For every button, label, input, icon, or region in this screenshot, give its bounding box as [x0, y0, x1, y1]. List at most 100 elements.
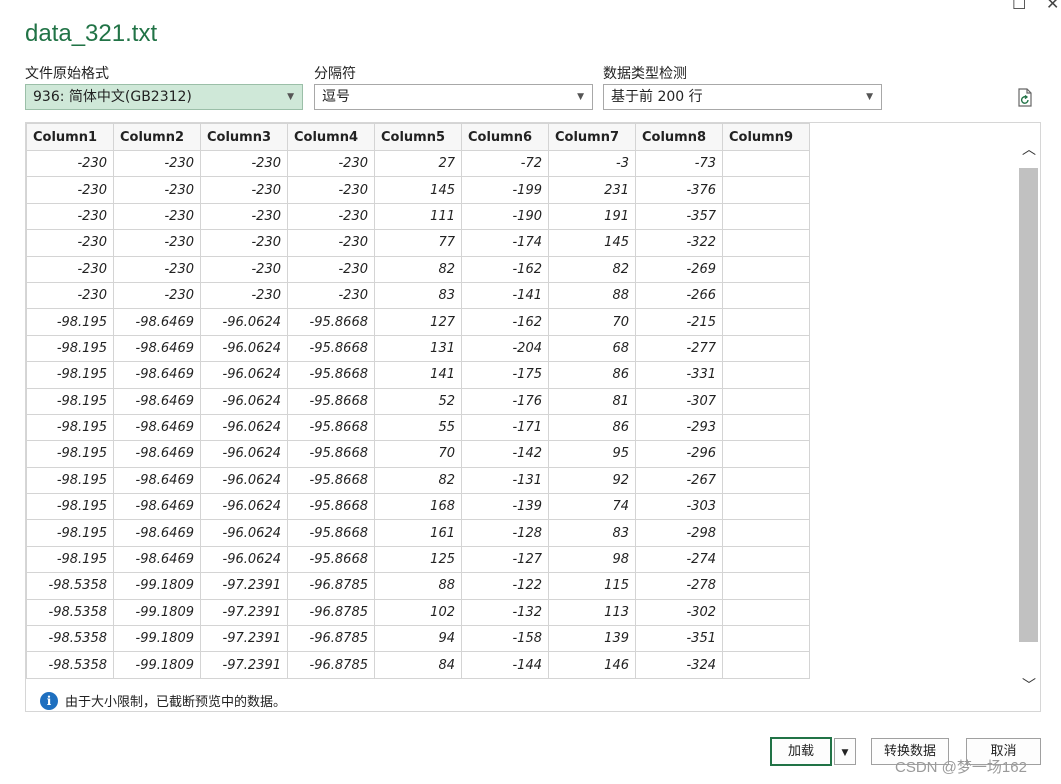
column-header: Column3 — [200, 123, 288, 151]
table-cell — [722, 519, 810, 547]
table-cell: -99.1809 — [113, 572, 201, 600]
table-row: -230 -230 -230 -230 83 -141 88 -266 — [26, 281, 810, 310]
table-cell: -98.6469 — [113, 519, 201, 547]
table-cell: -266 — [635, 281, 723, 310]
table-row: -230 -230 -230 -230 27 -72 -3 -73 — [26, 149, 810, 178]
column-header: Column6 — [461, 123, 549, 151]
table-cell — [722, 598, 810, 627]
table-cell: -98.195 — [26, 308, 114, 336]
chevron-down-icon: ▼ — [577, 92, 584, 102]
table-cell: -96.0624 — [200, 413, 288, 442]
table-cell: -98.6469 — [113, 440, 201, 468]
scroll-thumb[interactable] — [1019, 168, 1038, 642]
table-cell — [722, 387, 810, 415]
table-cell: -96.0624 — [200, 519, 288, 547]
table-cell: -230 — [26, 176, 114, 204]
table-cell: -98.5358 — [26, 572, 114, 600]
table-cell: -98.5358 — [26, 625, 114, 653]
table-cell: -158 — [461, 625, 549, 653]
table-cell: 102 — [374, 598, 462, 627]
table-row: -230 -230 -230 -230 77 -174 145 -322 — [26, 229, 810, 257]
table-row: -98.195 -98.6469 -96.0624 -95.8668 131 -204 68… — [26, 334, 810, 363]
column-header: Column9 — [722, 123, 810, 151]
table-row: -230 -230 -230 -230 145 -199 231 -376 — [26, 176, 810, 204]
scroll-up-icon[interactable]: ︿ — [1020, 139, 1038, 159]
close-icon[interactable]: ✕ — [1046, 0, 1059, 13]
table-cell — [722, 229, 810, 257]
table-cell: 127 — [374, 308, 462, 336]
table-cell: -96.8785 — [287, 572, 375, 600]
table-cell: -230 — [200, 255, 288, 283]
table-row: -98.195 -98.6469 -96.0624 -95.8668 161 -128 83… — [26, 519, 810, 547]
table-cell: -128 — [461, 519, 549, 547]
table-cell: -95.8668 — [287, 334, 375, 363]
table-cell: -162 — [461, 255, 549, 283]
table-cell: -230 — [200, 176, 288, 204]
table-cell: -98.6469 — [113, 493, 201, 521]
chevron-down-icon: ▼ — [287, 92, 294, 102]
table-cell: -96.0624 — [200, 493, 288, 521]
table-cell: -277 — [635, 334, 723, 363]
chevron-down-icon: ▼ — [841, 748, 849, 758]
file-origin-dropdown[interactable]: 936: 简体中文(GB2312) ▼ — [25, 84, 303, 110]
column-header: Column7 — [548, 123, 636, 151]
table-cell: 98 — [548, 545, 636, 574]
table-cell: -324 — [635, 651, 723, 679]
type-detection-label: 数据类型检测 — [603, 66, 687, 82]
delimiter-dropdown[interactable]: 逗号 ▼ — [314, 84, 593, 110]
table-cell: 74 — [548, 493, 636, 521]
table-cell: -230 — [26, 202, 114, 231]
type-detection-dropdown[interactable]: 基于前 200 行 ▼ — [603, 84, 882, 110]
table-cell: 77 — [374, 229, 462, 257]
table-cell: -230 — [287, 149, 375, 178]
table-cell: 111 — [374, 202, 462, 231]
table-cell: -98.195 — [26, 519, 114, 547]
table-cell — [722, 176, 810, 204]
table-cell: -96.8785 — [287, 598, 375, 627]
table-row: -98.5358 -99.1809 -97.2391 -96.8785 88 -122 11… — [26, 572, 810, 600]
table-cell: -357 — [635, 202, 723, 231]
table-cell — [722, 202, 810, 231]
table-cell: -96.0624 — [200, 361, 288, 389]
info-message: i 由于大小限制，已截断预览中的数据。 — [40, 691, 286, 710]
scroll-down-icon[interactable]: ﹀ — [1020, 675, 1038, 695]
table-cell: -230 — [26, 149, 114, 178]
table-cell — [722, 466, 810, 495]
table-cell: -278 — [635, 572, 723, 600]
table-cell: -230 — [113, 255, 201, 283]
preview-grid[interactable]: Column1 Column2 Column3 Column4 Column5 Colum… — [25, 122, 1041, 712]
table-cell: 70 — [374, 440, 462, 468]
table-cell: -95.8668 — [287, 440, 375, 468]
refresh-file-icon[interactable] — [1016, 88, 1034, 108]
table-cell: -230 — [113, 149, 201, 178]
table-cell: 125 — [374, 545, 462, 574]
vertical-scrollbar[interactable]: ︿ ﹀ — [1018, 123, 1040, 711]
table-row: -230 -230 -230 -230 111 -190 191 -357 — [26, 202, 810, 231]
table-cell: -95.8668 — [287, 387, 375, 415]
table-row: -98.5358 -99.1809 -97.2391 -96.8785 84 -144 14… — [26, 651, 810, 679]
table-cell — [722, 572, 810, 600]
table-cell: -230 — [26, 229, 114, 257]
table-cell — [722, 361, 810, 389]
table-cell: 145 — [374, 176, 462, 204]
table-cell: 84 — [374, 651, 462, 679]
table-cell: -230 — [113, 176, 201, 204]
table-cell: -176 — [461, 387, 549, 415]
table-cell: -72 — [461, 149, 549, 178]
table-cell — [722, 255, 810, 283]
table-cell: 139 — [548, 625, 636, 653]
table-cell — [722, 281, 810, 310]
load-button[interactable]: 加载 — [770, 737, 832, 766]
table-row: -98.195 -98.6469 -96.0624 -95.8668 82 -131 92-… — [26, 466, 810, 495]
table-cell — [722, 334, 810, 363]
table-cell: -230 — [113, 229, 201, 257]
load-options-button[interactable]: ▼ — [834, 738, 856, 765]
info-icon: i — [40, 691, 58, 710]
table-cell: -274 — [635, 545, 723, 574]
table-cell: -269 — [635, 255, 723, 283]
table-cell: -230 — [287, 281, 375, 310]
table-cell: -307 — [635, 387, 723, 415]
table-cell: 146 — [548, 651, 636, 679]
table-cell: -98.195 — [26, 440, 114, 468]
restore-icon[interactable]: ☐ — [1012, 0, 1026, 13]
